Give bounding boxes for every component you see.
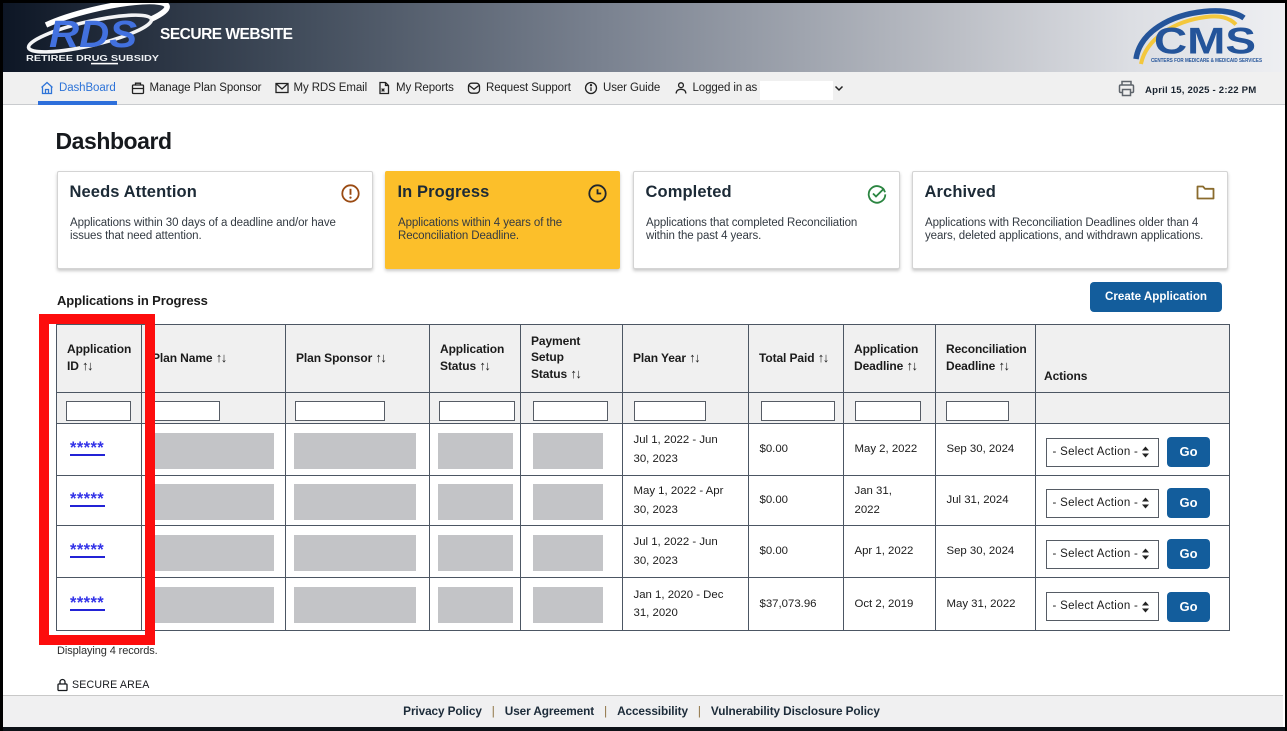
svg-text:CMS: CMS	[1154, 21, 1256, 62]
svg-text:RDS: RDS	[49, 14, 137, 56]
svg-text:RETIREE DRUG SUBSIDY: RETIREE DRUG SUBSIDY	[26, 54, 160, 63]
svg-text:CENTERS FOR MEDICARE & MEDICAI: CENTERS FOR MEDICARE & MEDICAID SERVICES	[1151, 58, 1263, 64]
